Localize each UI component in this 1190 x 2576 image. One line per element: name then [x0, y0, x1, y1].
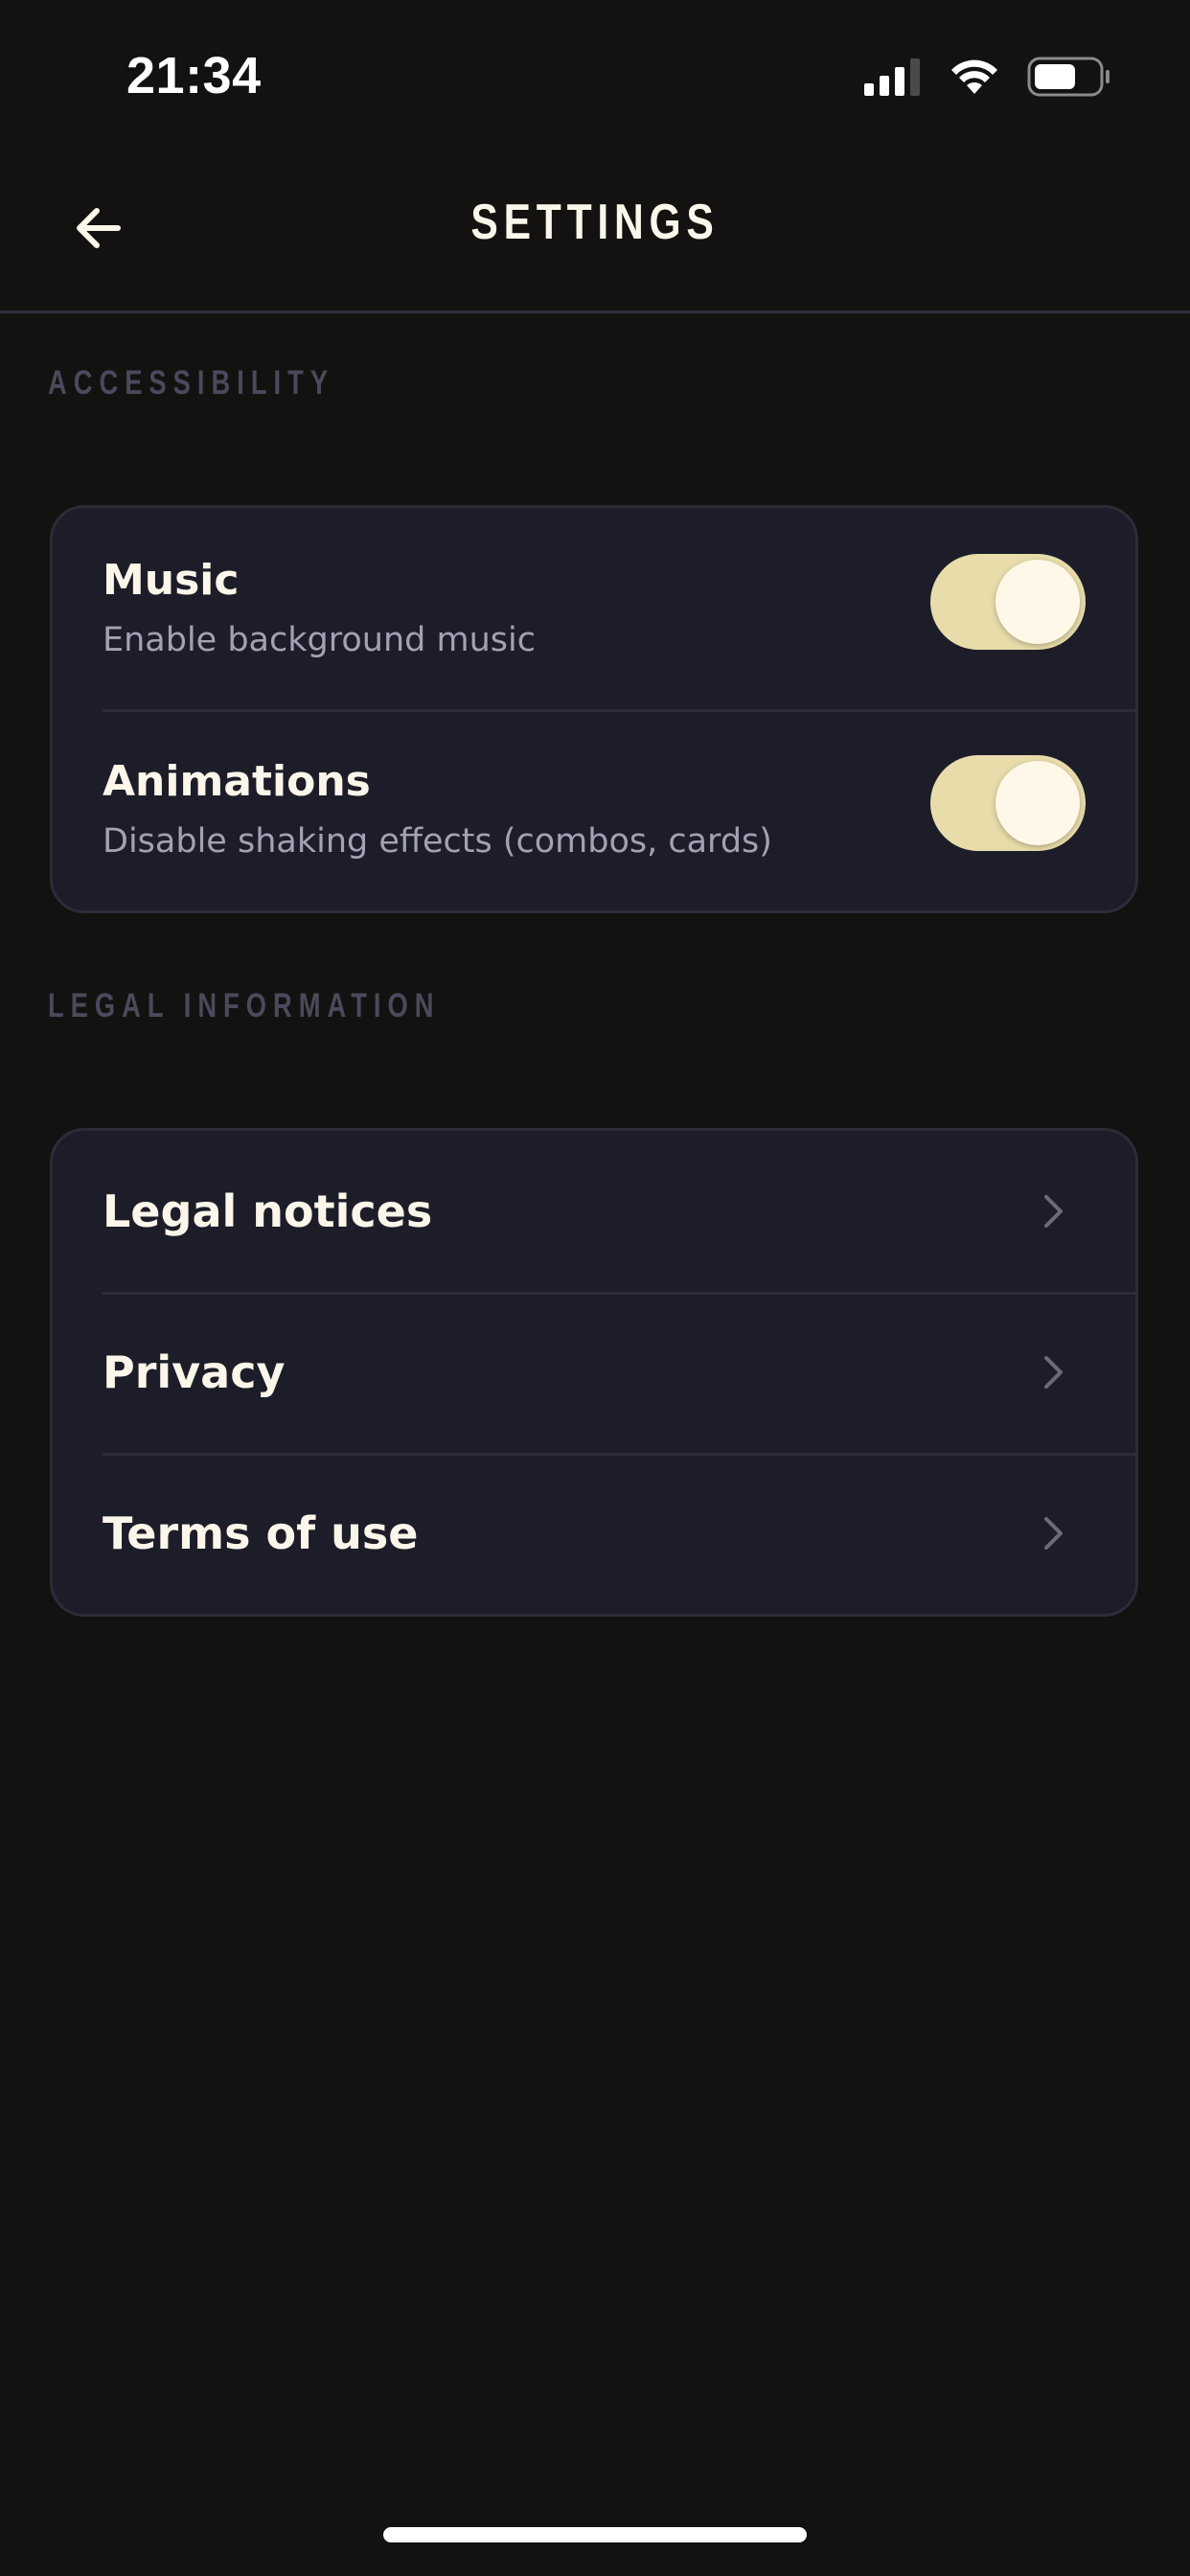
section-label-accessibility: ACCESSIBILITY [48, 364, 335, 402]
accessibility-card: Music Enable background music Animations… [50, 505, 1138, 913]
setting-row-music: Music Enable background music [53, 508, 1135, 709]
music-toggle[interactable] [930, 554, 1086, 650]
privacy-row[interactable]: Privacy [53, 1292, 1135, 1453]
home-indicator[interactable] [383, 2527, 807, 2542]
cellular-signal-icon [864, 58, 922, 100]
link-label: Privacy [103, 1346, 286, 1398]
animations-toggle[interactable] [930, 755, 1086, 851]
setting-subtitle: Enable background music [103, 621, 536, 659]
setting-subtitle: Disable shaking effects (combos, cards) [103, 822, 772, 861]
setting-row-animations: Animations Disable shaking effects (comb… [53, 709, 1135, 910]
chevron-right-icon [1040, 1514, 1068, 1552]
section-label-legal: LEGAL INFORMATION [48, 987, 441, 1024]
toggle-knob [995, 761, 1080, 845]
chevron-right-icon [1040, 1192, 1068, 1230]
link-label: Terms of use [103, 1507, 419, 1559]
setting-title: Music [103, 556, 240, 605]
legal-card: Legal notices Privacy Terms of use [50, 1128, 1138, 1617]
battery-icon [1027, 56, 1111, 102]
link-label: Legal notices [103, 1185, 433, 1237]
setting-title: Animations [103, 757, 371, 806]
page-title: SETTINGS [470, 195, 720, 250]
terms-of-use-row[interactable]: Terms of use [53, 1453, 1135, 1614]
status-icons [864, 56, 1111, 102]
legal-notices-row[interactable]: Legal notices [53, 1131, 1135, 1292]
status-time: 21:34 [126, 47, 262, 104]
toggle-knob [995, 560, 1080, 644]
chevron-right-icon [1040, 1353, 1068, 1392]
header: SETTINGS [0, 144, 1190, 313]
status-bar: 21:34 [0, 0, 1190, 144]
wifi-icon [949, 58, 1000, 100]
